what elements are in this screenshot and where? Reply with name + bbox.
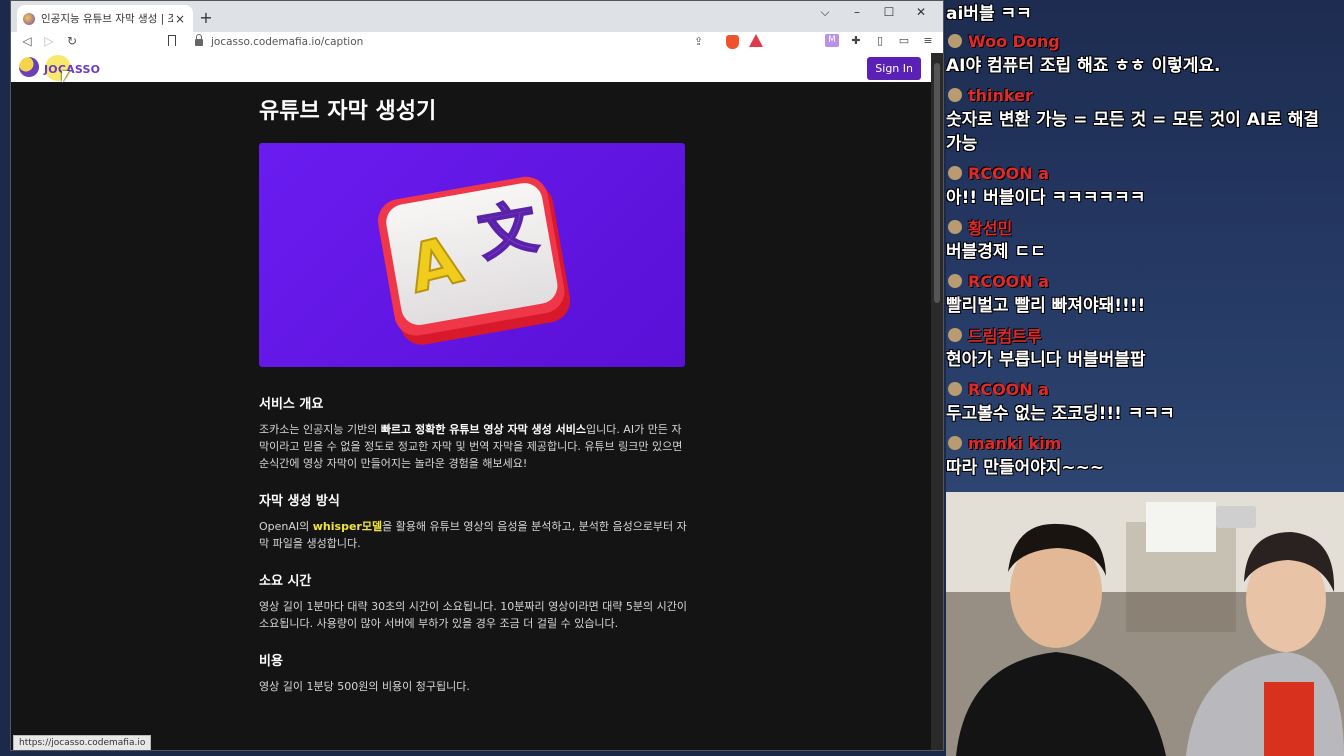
- overview-heading: 서비스 개요: [259, 397, 324, 412]
- close-window-icon[interactable]: ✕: [905, 5, 937, 20]
- chat-text: 숫자로 변환 가능 = 모든 것 = 모든 것이 AI로 해결 가능: [946, 110, 1320, 154]
- tab-bar: 인공지능 유튜브 자막 생성 | 조카 × + ⌵ – ☐ ✕: [11, 1, 943, 32]
- chat-text: ai버블 ㅋㅋ: [946, 4, 1032, 24]
- webcam-scene: [946, 492, 1344, 756]
- puzzle-icon[interactable]: ✚: [849, 34, 863, 47]
- chat-username: RCOON a: [946, 376, 1344, 402]
- favicon-icon: [23, 12, 35, 25]
- chat-username-text: 드림컴트루: [968, 327, 1042, 346]
- tab-title: 인공지능 유튜브 자막 생성 | 조카: [41, 13, 173, 25]
- chat-text: AI야 컴퓨터 조립 해죠 ㅎㅎ 이렇게요.: [946, 56, 1221, 76]
- chat-username-text: thinker: [968, 85, 1033, 105]
- menu-icon[interactable]: ≡: [921, 34, 935, 47]
- avatar-icon: [948, 274, 962, 288]
- chat-text: 두고볼수 없는 조코딩!!! ㅋㅋㅋ: [946, 404, 1175, 424]
- chat-message: thinker 숫자로 변환 가능 = 모든 것 = 모든 것이 AI로 해결 가…: [946, 82, 1344, 156]
- brave-shield-icon[interactable]: [726, 35, 739, 49]
- avatar-icon: [948, 166, 962, 180]
- web-page: JOCASSO Sign In 유튜브 자막 생성기 A 文 서비스 개요 조카…: [11, 53, 933, 750]
- extension-m-icon[interactable]: M: [825, 34, 839, 47]
- chat-text: 현아가 부릅니다 버블버블팝: [946, 350, 1146, 370]
- chat-message: 드림컴트루현아가 부릅니다 버블버블팝: [946, 322, 1344, 372]
- method-heading: 자막 생성 방식: [259, 494, 340, 509]
- tab-close-icon[interactable]: ×: [173, 12, 187, 26]
- main-content: 유튜브 자막 생성기 A 文 서비스 개요 조카소는 인공지능 기반의 빠르고 …: [259, 93, 689, 713]
- method-text: OpenAI의 whisper모델을 활용해 유튜브 영상의 음성을 분석하고,…: [259, 520, 687, 550]
- brave-rewards-icon[interactable]: [749, 34, 763, 47]
- chat-username-text: Woo Dong: [968, 31, 1060, 51]
- chat-message: Woo Dong AI야 컴퓨터 조립 해죠 ㅎㅎ 이렇게요.: [946, 28, 1344, 78]
- address-bar[interactable]: jocasso.codemafia.io/caption: [195, 33, 715, 51]
- translate-icon: A 文: [377, 176, 571, 345]
- chat-username-text: RCOON a: [968, 271, 1050, 291]
- chat-message: 황선민버블경제 ㄷㄷ: [946, 214, 1344, 264]
- logo-icon[interactable]: [19, 57, 39, 77]
- chat-username: manki kim: [946, 430, 1344, 456]
- page-scrollbar[interactable]: [931, 53, 943, 750]
- chat-username: thinker: [946, 82, 1344, 108]
- lock-icon: [195, 33, 203, 46]
- new-tab-button[interactable]: +: [197, 8, 215, 27]
- sign-in-button[interactable]: Sign In: [867, 57, 921, 80]
- chat-username: Woo Dong: [946, 28, 1344, 54]
- chat-username: 황선민: [946, 214, 1344, 240]
- chat-message: RCOON a 아!! 버블이다 ㅋㅋㅋㅋㅋㅋ: [946, 160, 1344, 210]
- live-chat: ai버블 ㅋㅋ Woo Dong AI야 컴퓨터 조립 해죠 ㅎㅎ 이렇게요. th…: [946, 0, 1344, 492]
- site-header: JOCASSO Sign In: [11, 53, 933, 83]
- chat-text: 아!! 버블이다 ㅋㅋㅋㅋㅋㅋ: [946, 188, 1146, 208]
- logo-text[interactable]: JOCASSO: [44, 63, 100, 76]
- avatar-icon: [948, 88, 962, 102]
- forward-icon[interactable]: ▷: [41, 34, 57, 48]
- avatar-icon: [948, 34, 962, 48]
- chat-username-text: manki kim: [968, 433, 1062, 453]
- time-heading: 소요 시간: [259, 574, 312, 589]
- minimize-icon[interactable]: –: [841, 5, 873, 20]
- avatar-icon: [948, 220, 962, 234]
- url-text: jocasso.codemafia.io/caption: [211, 36, 364, 48]
- page-title: 유튜브 자막 생성기: [259, 99, 437, 124]
- share-icon[interactable]: ⇪: [694, 35, 703, 48]
- svg-text:文: 文: [473, 193, 542, 270]
- browser-tab[interactable]: 인공지능 유튜브 자막 생성 | 조카 ×: [17, 5, 193, 32]
- overview-text: 조카소는 인공지능 기반의 빠르고 정확한 유튜브 영상 자막 생성 서비스입니…: [259, 423, 683, 470]
- wallet-icon[interactable]: ▭: [897, 34, 911, 47]
- cost-heading: 비용: [259, 654, 283, 669]
- chat-list: Woo Dong AI야 컴퓨터 조립 해죠 ㅎㅎ 이렇게요. thinker 숫자로…: [946, 28, 1344, 480]
- chat-message: ai버블 ㅋㅋ: [946, 2, 1344, 26]
- avatar-icon: [948, 436, 962, 450]
- chat-message: RCOON a 빨리벌고 빨리 빠져야돼!!!!: [946, 268, 1344, 318]
- maximize-icon[interactable]: ☐: [873, 5, 905, 20]
- extension-icons: M ✚ ▯ ▭ ≡: [825, 34, 935, 47]
- chat-username-text: RCOON a: [968, 163, 1050, 183]
- back-icon[interactable]: ◁: [19, 34, 35, 48]
- chat-message: RCOON a 두고볼수 없는 조코딩!!! ㅋㅋㅋ: [946, 376, 1344, 426]
- chat-username: RCOON a: [946, 160, 1344, 186]
- chat-text: 빨리벌고 빨리 빠져야돼!!!!: [946, 296, 1146, 316]
- sidebar-icon[interactable]: ▯: [873, 34, 887, 47]
- browser-window: 인공지능 유튜브 자막 생성 | 조카 × + ⌵ – ☐ ✕ ◁ ▷ ↻ jo…: [10, 0, 944, 751]
- hero-image: A 文: [259, 143, 685, 367]
- bookmark-icon[interactable]: [168, 35, 176, 46]
- avatar-icon: [948, 382, 962, 396]
- chat-username-text: RCOON a: [968, 379, 1050, 399]
- chat-username-text: 황선민: [968, 219, 1013, 238]
- chat-text: 따라 만들어야지~~~: [946, 458, 1105, 478]
- avatar-icon: [948, 328, 962, 342]
- webcam-feed: [946, 492, 1344, 756]
- chat-username: 드림컴트루: [946, 322, 1344, 348]
- tab-search-icon[interactable]: ⌵: [809, 5, 841, 20]
- mouse-cursor-icon: [62, 71, 69, 83]
- cost-text: 영상 길이 1분당 500원의 비용이 청구됩니다.: [259, 680, 470, 693]
- address-toolbar: ◁ ▷ ↻ jocasso.codemafia.io/caption ⇪ M ✚…: [11, 32, 943, 53]
- window-controls: ⌵ – ☐ ✕: [809, 5, 937, 20]
- time-text: 영상 길이 1분마다 대략 30초의 시간이 소요됩니다. 10분짜리 영상이라…: [259, 600, 688, 630]
- chat-username: RCOON a: [946, 268, 1344, 294]
- status-url: https://jocasso.codemafia.io: [13, 735, 152, 750]
- scrollbar-thumb[interactable]: [934, 63, 940, 303]
- reload-icon[interactable]: ↻: [64, 34, 80, 48]
- chat-text: 버블경제 ㄷㄷ: [946, 242, 1046, 262]
- chat-message: manki kim 따라 만들어야지~~~: [946, 430, 1344, 480]
